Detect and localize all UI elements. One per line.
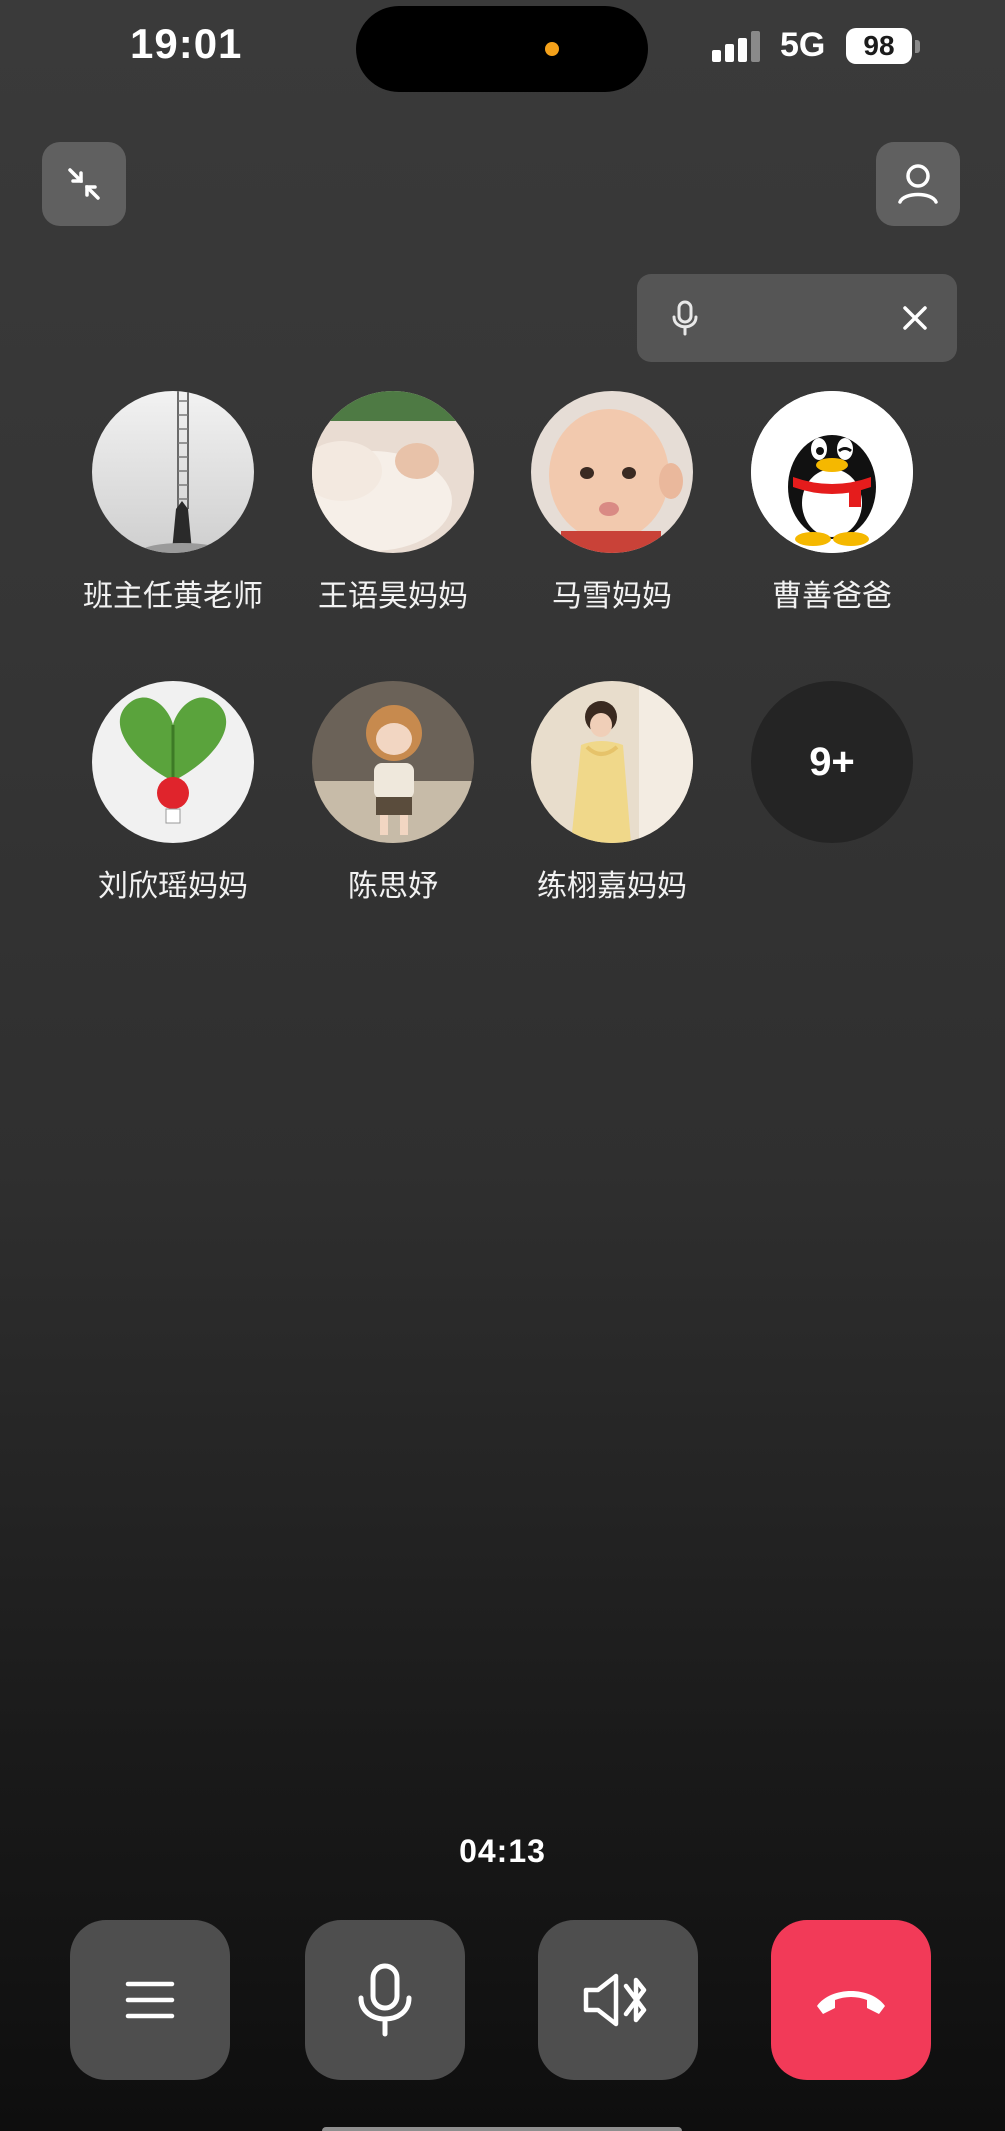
participant-name: 陈思妤	[348, 869, 438, 904]
hang-up-button[interactable]	[771, 1920, 931, 2080]
participant-tile[interactable]: 练栩嘉妈妈	[502, 681, 722, 905]
menu-button[interactable]	[70, 1920, 230, 2080]
participant-tile[interactable]: 马雪妈妈	[502, 391, 722, 615]
voice-call-screen: 19:01 5G 98 班主任黄老师 王语昊妈妈 马雪妈妈 曹善爸爸 刘欣瑶妈妈…	[0, 0, 1005, 2131]
battery-level: 98	[846, 28, 912, 64]
network-type: 5G	[780, 26, 826, 64]
participant-name: 班主任黄老师	[83, 579, 263, 614]
participant-tile[interactable]: 曹善爸爸	[722, 391, 942, 615]
dynamic-island	[356, 6, 648, 92]
participant-name: 刘欣瑶妈妈	[98, 869, 248, 904]
avatar	[92, 681, 254, 843]
speaker-button[interactable]	[538, 1920, 698, 2080]
participant-tile[interactable]: 陈思妤	[283, 681, 503, 905]
microphone-button[interactable]	[305, 1920, 465, 2080]
mic-in-use-dot	[545, 42, 559, 56]
avatar	[751, 391, 913, 553]
avatar	[312, 391, 474, 553]
speaker-bluetooth-icon	[583, 1973, 647, 2027]
participant-name: 曹善爸爸	[772, 579, 892, 614]
participant-tile[interactable]: 王语昊妈妈	[283, 391, 503, 615]
microphone-icon	[672, 300, 698, 336]
home-indicator[interactable]	[322, 2127, 682, 2131]
more-participants[interactable]: 9+	[722, 681, 942, 843]
avatar	[312, 681, 474, 843]
minimize-call-button[interactable]	[42, 142, 126, 226]
speaking-indicator	[637, 274, 957, 362]
battery-cap	[915, 40, 920, 53]
participant-name: 练栩嘉妈妈	[537, 869, 687, 904]
status-time: 19:01	[130, 20, 243, 67]
collapse-arrows-icon	[68, 168, 100, 200]
add-member-button[interactable]	[876, 142, 960, 226]
menu-icon	[125, 1981, 175, 2019]
person-icon	[898, 164, 938, 204]
avatar	[92, 391, 254, 553]
participant-name: 马雪妈妈	[552, 579, 672, 614]
microphone-icon	[358, 1963, 412, 2037]
signal-strength-icon	[712, 30, 764, 62]
close-icon[interactable]	[893, 296, 937, 340]
participant-tile[interactable]: 班主任黄老师	[63, 391, 283, 615]
participant-tile[interactable]: 刘欣瑶妈妈	[63, 681, 283, 905]
hang-up-icon	[817, 1991, 885, 2014]
avatar	[531, 681, 693, 843]
more-participants-badge: 9+	[751, 681, 913, 843]
participant-name: 王语昊妈妈	[318, 579, 468, 614]
avatar	[531, 391, 693, 553]
call-duration: 04:13	[459, 1833, 546, 1869]
